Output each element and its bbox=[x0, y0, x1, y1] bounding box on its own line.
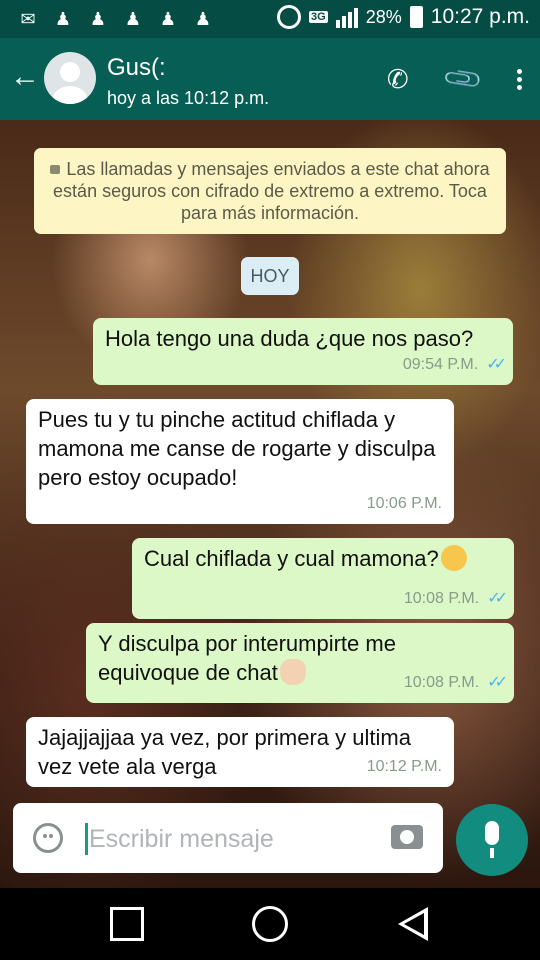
victory-hand-emoji bbox=[279, 659, 306, 685]
voice-message-button[interactable] bbox=[456, 804, 528, 876]
message-text: Pues tu y tu pinche actitud chiflada y m… bbox=[38, 407, 436, 490]
message-bubble-outgoing[interactable]: Hola tengo una duda ¿que nos paso? 09:54… bbox=[93, 318, 513, 385]
add-user-icon: ♟ bbox=[124, 8, 142, 29]
add-user-icon: ♟ bbox=[194, 8, 212, 29]
recent-apps-icon[interactable] bbox=[110, 907, 144, 941]
message-time: 10:08 P.M. bbox=[403, 674, 480, 691]
message-bubble-outgoing[interactable]: Cual chiflada y cual mamona? 10:08 P.M. ✓… bbox=[132, 538, 514, 619]
attach-clip-icon[interactable]: 📎 bbox=[440, 57, 485, 102]
read-receipt-icon: ✓✓ bbox=[487, 674, 508, 691]
encryption-notice-text: Las llamadas y mensajes enviados a este … bbox=[53, 159, 490, 223]
read-receipt-icon: ✓✓ bbox=[486, 356, 507, 373]
encryption-notice[interactable]: Las llamadas y mensajes enviados a este … bbox=[34, 148, 506, 234]
camera-icon[interactable] bbox=[391, 825, 423, 849]
status-right: 3G 28% 10:27 p.m. bbox=[277, 5, 530, 29]
phone-call-icon[interactable]: ✆ bbox=[387, 64, 409, 95]
header-actions: ✆ 📎 bbox=[387, 57, 522, 101]
network-type: 3G bbox=[309, 11, 328, 23]
emoji-icon[interactable] bbox=[33, 823, 63, 853]
microphone-icon bbox=[485, 821, 499, 845]
message-input[interactable] bbox=[89, 819, 369, 859]
message-time: 10:12 P.M. bbox=[366, 758, 442, 775]
system-nav-bar bbox=[0, 888, 540, 960]
read-receipt-icon: ✓✓ bbox=[487, 590, 508, 607]
message-bubble-incoming[interactable]: Jajajjajjaa ya vez, por primera y ultima… bbox=[26, 717, 454, 787]
add-user-icon: ♟ bbox=[54, 8, 72, 29]
notification-icons: ✉ ♟ ♟ ♟ ♟ ♟ bbox=[16, 8, 215, 30]
message-bubble-incoming[interactable]: Pues tu y tu pinche actitud chiflada y m… bbox=[26, 399, 454, 524]
add-user-icon: ♟ bbox=[89, 8, 107, 29]
battery-icon bbox=[409, 6, 423, 28]
text-cursor bbox=[85, 823, 88, 855]
message-text: Cual chiflada y cual mamona? bbox=[144, 546, 439, 571]
add-user-icon: ♟ bbox=[159, 8, 177, 29]
message-composer bbox=[13, 803, 443, 873]
chat-header: ← Gus(: hoy a las 10:12 p.m. ✆ 📎 bbox=[0, 38, 540, 120]
back-arrow-icon[interactable]: ← bbox=[10, 60, 40, 94]
clock: 10:27 p.m. bbox=[430, 5, 530, 28]
more-options-icon[interactable] bbox=[517, 69, 522, 90]
battery-percent: 28% bbox=[365, 6, 402, 27]
message-text: Y disculpa por interumpirte me equivoque… bbox=[98, 631, 396, 685]
last-seen: hoy a las 10:12 p.m. bbox=[107, 88, 270, 108]
message-bubble-outgoing[interactable]: Y disculpa por interumpirte me equivoque… bbox=[86, 623, 514, 703]
avatar[interactable] bbox=[44, 52, 96, 104]
chat-notification-icon: ✉ bbox=[20, 8, 36, 29]
lock-icon bbox=[50, 165, 61, 174]
message-time: 10:08 P.M. bbox=[403, 590, 480, 607]
nav-back-icon[interactable] bbox=[398, 907, 428, 941]
microphone-stem bbox=[490, 848, 494, 858]
home-icon[interactable] bbox=[252, 906, 288, 942]
alarm-icon bbox=[277, 5, 302, 29]
message-time: 10:06 P.M. bbox=[366, 495, 442, 512]
message-text: Hola tengo una duda ¿que nos paso? bbox=[105, 326, 474, 351]
thinking-face-emoji bbox=[440, 545, 467, 571]
signal-icon bbox=[335, 6, 358, 28]
contact-name[interactable]: Gus(: bbox=[107, 54, 166, 82]
chat-area[interactable]: Las llamadas y mensajes enviados a este … bbox=[0, 120, 540, 890]
message-time: 09:54 P.M. bbox=[402, 356, 479, 373]
date-chip: HOY bbox=[241, 257, 299, 295]
status-bar: ✉ ♟ ♟ ♟ ♟ ♟ 3G 28% 10:27 p.m. bbox=[0, 0, 540, 38]
